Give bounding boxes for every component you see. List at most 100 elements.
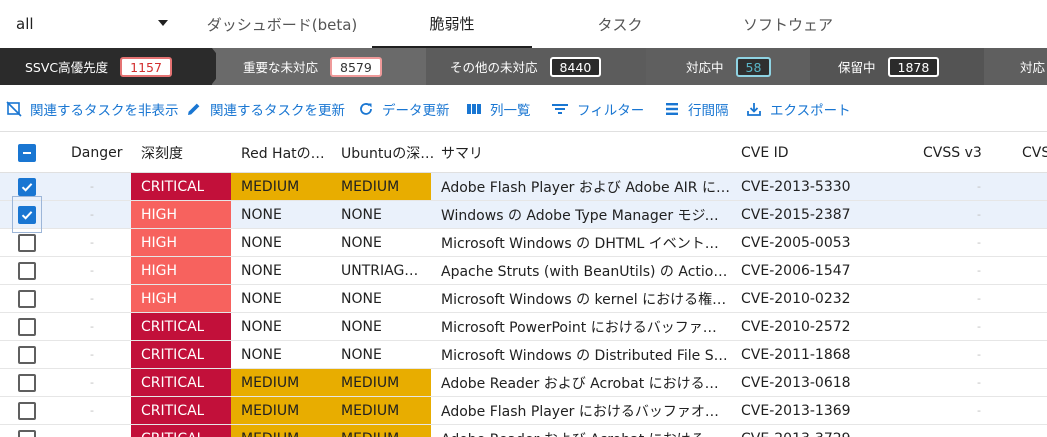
severity-value: HIGH	[141, 206, 178, 223]
tab-vulnerabilities[interactable]: 脆弱性	[372, 0, 532, 48]
cve-id-value: CVE-2011-1868	[741, 346, 851, 363]
summary-value: Adobe Reader および Acrobat における…	[441, 375, 719, 392]
table-row[interactable]: - CRITICAL MEDIUM MEDIUM Adobe Reader および Ac…	[0, 369, 1047, 397]
task-hide-icon	[6, 100, 22, 117]
tab-vulnerabilities-label: 脆弱性	[429, 14, 475, 33]
row-checkbox[interactable]	[12, 196, 42, 233]
pipeline-other-unhandled[interactable]: その他の未対応 8440	[426, 48, 646, 85]
ubuntu-severity-value: NONE	[341, 206, 382, 223]
cve-id-value: CVE-2010-0232	[741, 290, 851, 307]
ubuntu-severity-cell: NONE	[331, 285, 431, 312]
cve-id-cell: CVE-2006-1547	[731, 257, 911, 284]
table-row[interactable]: - HIGH NONE NONE Microsoft Windows の kernel …	[0, 285, 1047, 313]
cve-id-value: CVE-2005-0053	[741, 234, 851, 251]
tab-dashboard-label: ダッシュボード(beta)	[206, 15, 358, 34]
density-icon	[666, 102, 678, 115]
density-button[interactable]: 行間隔	[664, 85, 729, 132]
table-row[interactable]: - CRITICAL NONE NONE Microsoft PowerPoint にお…	[0, 313, 1047, 341]
redhat-severity-value: NONE	[241, 346, 282, 363]
column-header-redhat[interactable]: Red Hatの…	[241, 133, 331, 173]
update-related-tasks-label: 関連するタスクを更新	[210, 102, 345, 119]
table-row[interactable]: - CRITICAL MEDIUM MEDIUM Adobe Flash Player …	[0, 173, 1047, 201]
cvss-v3-cell: -	[977, 404, 981, 417]
tab-tasks[interactable]: タスク	[532, 0, 708, 48]
column-header-cvss[interactable]: CVS	[1022, 133, 1047, 173]
summary-value: Microsoft Windows の kernel における権…	[441, 291, 727, 308]
pipeline-on-hold[interactable]: 保留中 1878	[810, 48, 984, 85]
cve-id-cell: CVE-2005-0053	[731, 229, 911, 256]
pipeline-count: 1157	[120, 56, 172, 77]
danger-cell: -	[90, 236, 94, 249]
cve-id-cell: CVE-2013-0618	[731, 369, 911, 396]
checkbox-indeterminate-icon	[18, 144, 36, 162]
pipeline-handled[interactable]: 対応	[984, 48, 1047, 85]
pipeline-in-progress[interactable]: 対応中 58	[646, 48, 810, 85]
row-checkbox[interactable]	[17, 229, 37, 256]
danger-cell: -	[90, 320, 94, 333]
column-header-cvss-v3[interactable]: CVSS v3	[923, 133, 1013, 173]
column-header-ubuntu[interactable]: Ubuntuの深…	[341, 133, 441, 173]
row-checkbox[interactable]	[17, 369, 37, 396]
redhat-severity-value: MEDIUM	[241, 431, 299, 437]
columns-button[interactable]: 列一覧	[466, 85, 531, 132]
row-checkbox[interactable]	[17, 425, 37, 437]
summary-value: Adobe Reader および Acrobat における…	[441, 429, 719, 437]
redhat-severity-value: NONE	[241, 262, 282, 279]
cve-id-value: CVE-2013-1369	[741, 402, 851, 419]
redhat-severity-value: MEDIUM	[241, 178, 300, 195]
cvss-v3-cell: -	[977, 208, 981, 221]
column-header-summary[interactable]: サマリ	[441, 133, 731, 173]
table-row[interactable]: - CRITICAL MEDIUM MEDIUM Adobe Flash Player …	[0, 397, 1047, 425]
ubuntu-severity-value: NONE	[341, 346, 382, 363]
filter-button[interactable]: フィルター	[551, 85, 644, 132]
table-row[interactable]: - HIGH NONE UNTRIAG… Apache Struts (with Bea…	[0, 257, 1047, 285]
table-header: Danger 深刻度 Red Hatの… Ubuntuの深… サマリ CVE I…	[0, 133, 1047, 173]
column-header-danger[interactable]: Danger	[71, 133, 131, 173]
summary-cell: Adobe Reader および Acrobat における…	[431, 369, 731, 396]
table-row[interactable]: - CRITICAL NONE NONE Microsoft Windows の Dis…	[0, 341, 1047, 369]
select-all-checkbox[interactable]	[17, 133, 37, 173]
summary-value: Adobe Flash Player および Adobe AIR に…	[441, 179, 730, 196]
table-row[interactable]: - CRITICAL MEDIUM MEDIUM Adobe Reader および Ac…	[0, 425, 1047, 437]
danger-cell: -	[90, 292, 94, 305]
summary-cell: Adobe Flash Player におけるバッファオ…	[431, 397, 731, 424]
row-checkbox[interactable]	[17, 313, 37, 340]
pipeline-label: 保留中	[838, 60, 876, 75]
ubuntu-severity-value: NONE	[341, 290, 382, 307]
row-checkbox[interactable]	[17, 341, 37, 368]
severity-value: CRITICAL	[141, 431, 204, 437]
pipeline-ssvc-high-priority[interactable]: SSVC高優先度 1157	[0, 48, 212, 85]
summary-value: Apache Struts (with BeanUtils) の ActionF…	[441, 263, 731, 280]
row-checkbox[interactable]	[17, 397, 37, 424]
severity-value: CRITICAL	[141, 374, 205, 391]
pipeline-label: その他の未対応	[450, 60, 538, 75]
column-header-cve-id[interactable]: CVE ID	[741, 133, 911, 173]
cve-id-cell: CVE-2011-1868	[731, 341, 911, 368]
export-button[interactable]: エクスポート	[746, 85, 851, 132]
refresh-data-button[interactable]: データ更新	[358, 85, 450, 132]
ubuntu-severity-cell: NONE	[331, 313, 431, 340]
group-select[interactable]: all	[0, 0, 180, 48]
row-checkbox[interactable]	[17, 173, 37, 200]
row-checkbox[interactable]	[17, 285, 37, 312]
table-row[interactable]: - HIGH NONE NONE Windows の Adobe Type Manage…	[0, 196, 1047, 233]
row-checkbox[interactable]	[17, 257, 37, 284]
hide-related-tasks-button[interactable]: 関連するタスクを非表示	[6, 85, 179, 132]
severity-value: CRITICAL	[141, 402, 205, 419]
tab-dashboard[interactable]: ダッシュボード(beta)	[192, 0, 372, 48]
danger-cell: -	[90, 404, 94, 417]
status-pipeline: SSVC高優先度 1157 重要な未対応 8579 その他の未対応 8440 対…	[0, 48, 1047, 85]
checkbox-empty-icon	[18, 233, 36, 252]
danger-cell: -	[90, 264, 94, 277]
column-header-severity[interactable]: 深刻度	[141, 133, 231, 173]
cve-id-value: CVE-2010-2572	[741, 318, 851, 335]
update-related-tasks-button[interactable]: 関連するタスクを更新	[186, 85, 345, 132]
tab-software[interactable]: ソフトウェア	[708, 0, 868, 48]
pipeline-important-unhandled[interactable]: 重要な未対応 8579	[216, 48, 426, 85]
summary-cell: Adobe Flash Player および Adobe AIR に…	[431, 173, 731, 200]
redhat-severity-cell: MEDIUM	[231, 369, 331, 396]
pipeline-count: 58	[735, 56, 772, 77]
ubuntu-severity-value: UNTRIAG…	[341, 262, 419, 279]
table-row[interactable]: - HIGH NONE NONE Microsoft Windows の DHTML イ…	[0, 229, 1047, 257]
ubuntu-severity-cell: MEDIUM	[331, 425, 431, 437]
